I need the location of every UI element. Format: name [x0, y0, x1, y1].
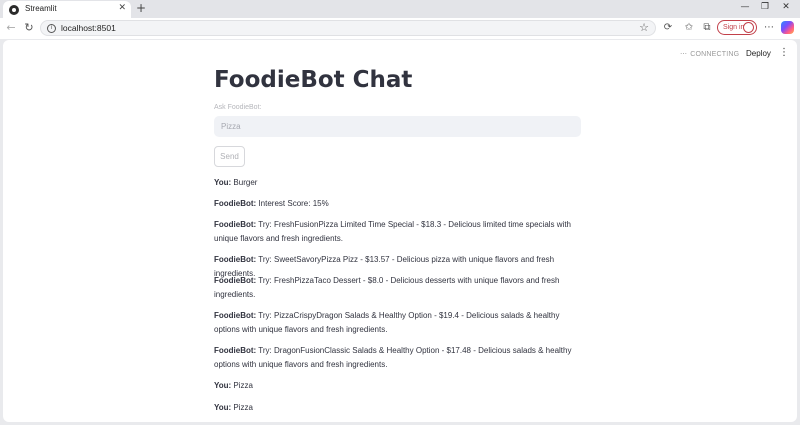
- streamlit-favicon-icon: [9, 5, 19, 15]
- message-speaker: FoodieBot:: [214, 276, 257, 285]
- message-text: Pizza: [233, 403, 253, 412]
- tab-title: Streamlit: [25, 4, 57, 13]
- message-text: Interest Score: 15%: [258, 199, 329, 208]
- ask-input[interactable]: [214, 116, 581, 137]
- more-options-icon[interactable]: ⋯: [762, 21, 776, 35]
- message-speaker: You:: [214, 381, 232, 390]
- url-text: localhost:8501: [61, 23, 116, 33]
- sign-in-label: Sign in: [723, 24, 745, 31]
- message-speaker: FoodieBot:: [214, 311, 257, 320]
- favorite-star-icon[interactable]: ☆: [639, 21, 649, 34]
- message-text: Try: FreshPizzaTaco Dessert - $8.0 - Del…: [214, 276, 560, 299]
- collections-icon[interactable]: ⧉: [700, 21, 714, 35]
- message-text: Burger: [233, 178, 258, 187]
- browser-tab[interactable]: Streamlit ✕: [3, 1, 131, 18]
- page-title: FoodieBot Chat: [214, 67, 413, 93]
- close-window-icon[interactable]: ✕: [776, 2, 796, 12]
- streamlit-page: ⋯ CONNECTING Deploy ⋮ FoodieBot Chat Ask …: [3, 40, 797, 422]
- connection-status: ⋯ CONNECTING: [680, 50, 739, 58]
- reload-icon[interactable]: ↻: [22, 21, 36, 35]
- new-tab-icon[interactable]: +: [134, 1, 148, 15]
- chat-message: FoodieBot: Try: PizzaCrispyDragon Salads…: [214, 309, 584, 337]
- profile-avatar-icon: [743, 22, 754, 33]
- chat-message: FoodieBot: Try: FreshPizzaTaco Dessert -…: [214, 274, 584, 302]
- message-text: Pizza: [233, 381, 253, 390]
- address-bar[interactable]: i localhost:8501 ☆: [40, 20, 656, 36]
- main-menu-icon[interactable]: ⋮: [779, 47, 789, 58]
- extensions-icon[interactable]: ⟳: [661, 21, 675, 35]
- sign-in-button[interactable]: Sign in: [717, 20, 757, 35]
- send-button[interactable]: Send: [214, 146, 245, 167]
- message-speaker: FoodieBot:: [214, 220, 257, 229]
- chat-message: FoodieBot: Try: FreshFusionPizza Limited…: [214, 218, 584, 246]
- message-speaker: FoodieBot:: [214, 255, 257, 264]
- chat-message: FoodieBot: Interest Score: 15%: [214, 197, 584, 211]
- input-label: Ask FoodieBot:: [214, 104, 262, 111]
- restore-icon[interactable]: ❐: [755, 2, 775, 12]
- copilot-icon[interactable]: [781, 21, 794, 34]
- chat-message: FoodieBot: Try: DragonFusionClassic Sala…: [214, 344, 584, 372]
- minimize-icon[interactable]: —: [735, 2, 755, 12]
- message-text: Try: PizzaCrispyDragon Salads & Healthy …: [214, 311, 560, 334]
- status-dots-icon: ⋯: [680, 51, 688, 58]
- message-text: Try: DragonFusionClassic Salads & Health…: [214, 346, 572, 369]
- message-speaker: FoodieBot:: [214, 199, 257, 208]
- deploy-button[interactable]: Deploy: [746, 49, 771, 58]
- favorites-icon[interactable]: ✩: [682, 21, 696, 35]
- chat-message: You: Pizza: [214, 379, 584, 393]
- message-speaker: You:: [214, 403, 232, 412]
- tab-strip: Streamlit ✕ + — ❐ ✕: [0, 0, 800, 18]
- close-tab-icon[interactable]: ✕: [118, 3, 126, 13]
- chat-message: You: Burger: [214, 176, 584, 190]
- status-text: CONNECTING: [690, 51, 740, 58]
- chat-message: You: Pizza: [214, 401, 584, 415]
- message-text: Try: FreshFusionPizza Limited Time Speci…: [214, 220, 571, 243]
- site-info-icon[interactable]: i: [47, 24, 56, 33]
- message-speaker: FoodieBot:: [214, 346, 257, 355]
- browser-toolbar: ← ↻ i localhost:8501 ☆ ⟳ ✩ ⧉ Sign in ⋯: [0, 18, 800, 39]
- message-speaker: You:: [214, 178, 232, 187]
- back-icon[interactable]: ←: [4, 21, 18, 35]
